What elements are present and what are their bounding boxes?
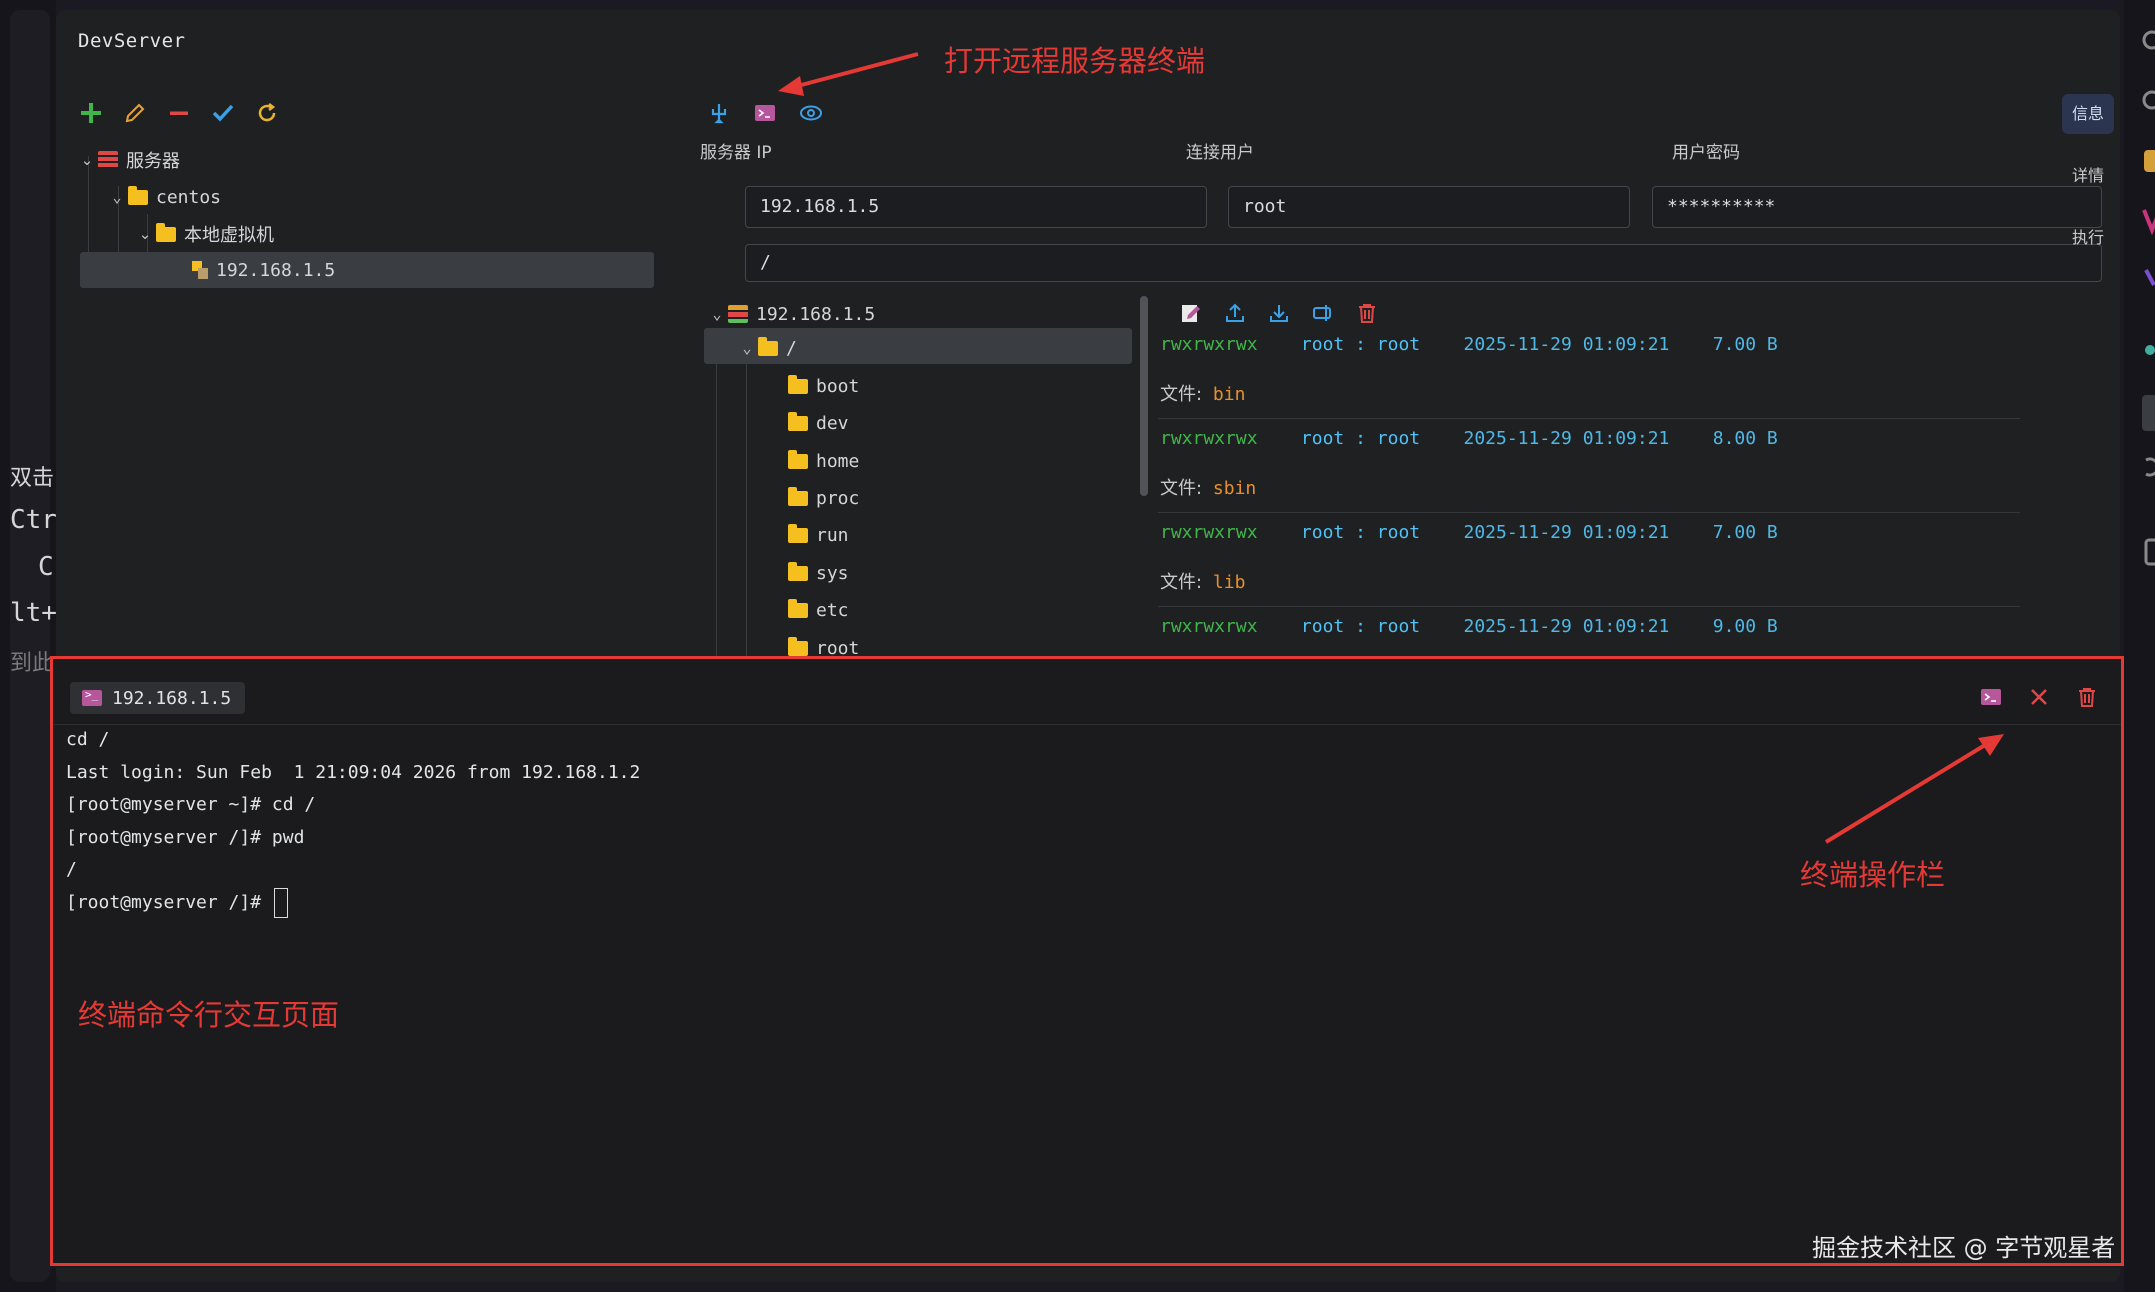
watermark: 掘金技术社区 @ 字节观星者 <box>1812 1234 2116 1262</box>
annotation-arrows <box>778 52 2004 844</box>
